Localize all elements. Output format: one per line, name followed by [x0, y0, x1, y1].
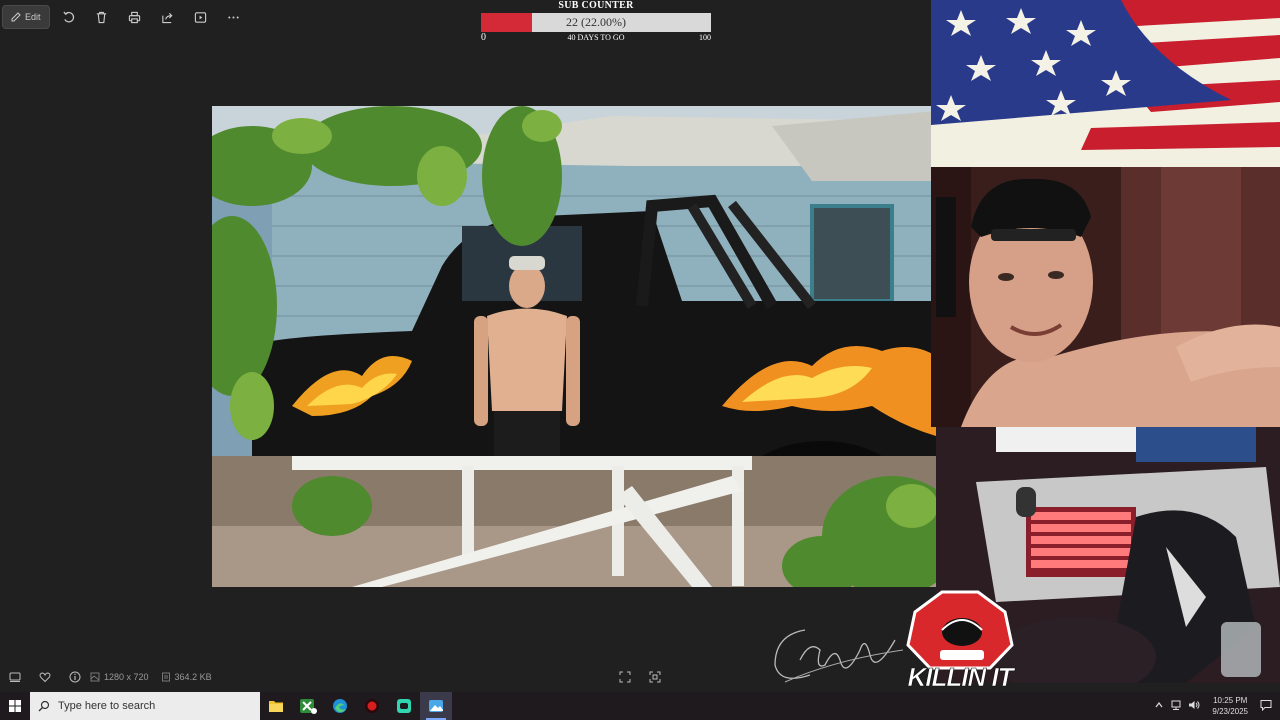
image-dimensions: 1280 x 720	[90, 672, 149, 682]
xbox-icon[interactable]	[292, 692, 324, 720]
photo-toolbar: Edit	[2, 4, 248, 30]
record-app-icon[interactable]	[356, 692, 388, 720]
print-icon[interactable]	[120, 5, 149, 29]
fit-to-window-icon[interactable]	[640, 662, 670, 692]
edit-button[interactable]: Edit	[2, 5, 50, 29]
sub-counter: SUB COUNTER 22 (22.00%) 0 40 DAYS TO GO …	[481, 0, 711, 44]
image-size-icon	[90, 672, 100, 682]
file-size-icon	[161, 672, 170, 682]
filmstrip-icon[interactable]	[0, 662, 30, 692]
image-dimensions-text: 1280 x 720	[104, 672, 149, 682]
sub-counter-max: 100	[699, 33, 711, 42]
sub-counter-days: 40 DAYS TO GO	[567, 33, 625, 42]
edit-label: Edit	[25, 12, 41, 22]
network-icon[interactable]	[1170, 700, 1182, 712]
photo-image	[212, 106, 936, 587]
system-tray: 10:25 PM 9/23/2025	[1154, 692, 1280, 720]
screen: Edit SUB COUNTER 22 (22.00%) 0 40 DAYS T…	[0, 0, 1280, 720]
taskbar-clock[interactable]: 10:25 PM 9/23/2025	[1212, 695, 1248, 717]
share-icon[interactable]	[153, 5, 182, 29]
notification-icon[interactable]	[1260, 699, 1272, 713]
file-size: 364.2 KB	[161, 672, 212, 682]
windows-taskbar: Type here to search 10:25 PM 9/23/2025	[0, 692, 1280, 720]
clock-date: 9/23/2025	[1212, 707, 1248, 716]
windows-logo-icon	[9, 700, 21, 712]
main-photo	[212, 106, 936, 587]
clock-time: 10:25 PM	[1213, 696, 1248, 705]
volume-icon[interactable]	[1188, 700, 1200, 712]
view-controls	[610, 662, 670, 692]
start-button[interactable]	[0, 692, 30, 720]
sub-counter-bar: 22 (22.00%)	[481, 13, 711, 32]
slideshow-icon[interactable]	[186, 5, 215, 29]
taskbar-search[interactable]: Type here to search	[30, 692, 260, 720]
photo-status-bar: 1280 x 720 364.2 KB	[0, 662, 931, 692]
file-size-text: 364.2 KB	[174, 672, 212, 682]
favorite-heart-icon[interactable]	[30, 662, 60, 692]
photos-icon[interactable]	[420, 692, 452, 720]
teal-app-icon[interactable]	[388, 692, 420, 720]
sub-counter-title: SUB COUNTER	[558, 0, 634, 11]
chevron-up-icon[interactable]	[1154, 700, 1164, 712]
delete-icon[interactable]	[87, 5, 116, 29]
webcam-face-image	[931, 167, 1280, 427]
fullscreen-icon[interactable]	[610, 662, 640, 692]
webcam-face	[931, 167, 1280, 427]
flag-background	[931, 0, 1280, 167]
file-explorer-icon[interactable]	[260, 692, 292, 720]
taskbar-search-placeholder: Type here to search	[58, 700, 156, 712]
american-flag-image	[931, 0, 1280, 167]
info-icon[interactable]	[60, 662, 90, 692]
rotate-icon[interactable]	[54, 5, 83, 29]
sub-counter-progress: 22 (22.00%)	[566, 15, 626, 29]
edit-pencil-icon	[11, 12, 21, 22]
more-icon[interactable]	[219, 5, 248, 29]
search-icon	[38, 700, 50, 712]
edge-icon[interactable]	[324, 692, 356, 720]
